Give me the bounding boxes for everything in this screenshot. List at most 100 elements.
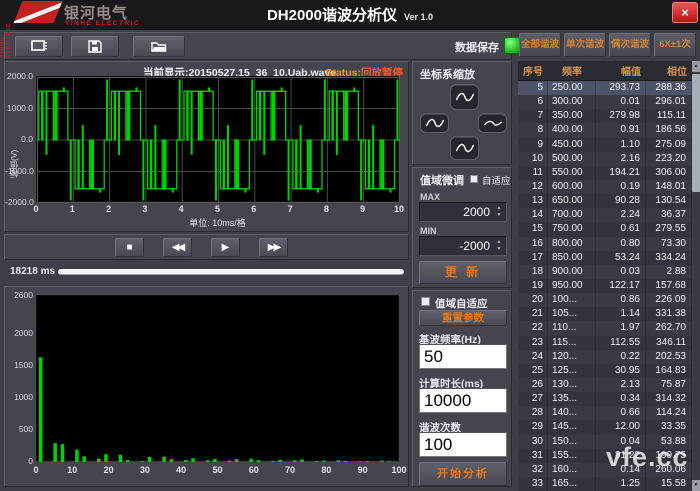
update-button[interactable]: 更 新 xyxy=(419,261,507,284)
table-row[interactable]: 8 400.00 0.91 186.56 xyxy=(518,123,692,138)
table-row[interactable]: 13 650.00 90.28 130.54 xyxy=(518,194,692,209)
min-spinner[interactable]: -2000 ▲ ▼ xyxy=(419,236,507,256)
app-window: 银河电气 YINHE ELECTRIC DH2000谐波分析仪 Ver 1.0 ×… xyxy=(0,0,700,491)
cell-phase: 75.87 xyxy=(646,377,692,393)
table-row[interactable]: 16 800.00 0.80 73.30 xyxy=(518,236,692,251)
table-row[interactable]: 33 165... 1.25 15.58 xyxy=(518,476,692,491)
harmonic-bar xyxy=(75,449,79,462)
col-header-index[interactable]: 序号 xyxy=(518,63,548,78)
seek-slider[interactable] xyxy=(58,269,404,275)
table-row[interactable]: 25 125... 30.95 164.83 xyxy=(518,363,692,378)
play-button[interactable]: ▶ xyxy=(211,238,240,257)
cell-amplitude: 194.21 xyxy=(596,165,646,180)
zoom-left-button[interactable] xyxy=(420,113,449,133)
zoom-right-button[interactable] xyxy=(478,113,507,133)
max-spinner[interactable]: 2000 ▲ ▼ xyxy=(419,202,507,222)
cell-amplitude: 1.97 xyxy=(596,321,646,336)
wave-x-tick: 2 xyxy=(106,204,112,214)
cell-amplitude: 1.25 xyxy=(596,476,646,491)
table-row[interactable]: 10 500.00 2.16 223.20 xyxy=(518,151,692,166)
fast-forward-button[interactable]: ▶▶ xyxy=(259,238,288,257)
value-auto-label: 值域自适应 xyxy=(435,298,488,310)
harmonic-bar xyxy=(97,458,101,462)
table-row[interactable]: 20 100... 0.86 226.09 xyxy=(518,293,692,308)
table-row[interactable]: 19 950.00 122.17 157.68 xyxy=(518,278,692,294)
scroll-up-icon[interactable]: ▲ xyxy=(692,61,700,72)
fundamental-freq-input[interactable] xyxy=(419,344,507,369)
table-row[interactable]: 15 750.00 0.61 279.55 xyxy=(518,222,692,237)
cell-amplitude: 2.13 xyxy=(596,377,646,393)
cell-index: 5 xyxy=(518,81,548,96)
table-scrollbar[interactable]: ▲ ▼ xyxy=(692,61,700,491)
table-row[interactable]: 27 135... 0.34 314.32 xyxy=(518,392,692,407)
table-row[interactable]: 5 250.00 293.73 288.36 xyxy=(518,81,692,96)
tab-odd-harmonics[interactable]: 单次谐波 xyxy=(564,33,606,57)
table-row[interactable]: 24 120... 0.22 202.53 xyxy=(518,349,692,364)
table-row[interactable]: 6 300.00 0.01 296.01 xyxy=(518,95,692,110)
cell-frequency: 500.00 xyxy=(548,151,596,166)
table-row[interactable]: 7 350.00 279.98 115.11 xyxy=(518,109,692,124)
table-row[interactable]: 12 600.00 0.19 148.01 xyxy=(518,179,692,195)
cell-index: 32 xyxy=(518,462,548,477)
col-header-phase[interactable]: 相位 xyxy=(646,63,692,78)
cell-frequency: 900.00 xyxy=(548,264,596,279)
rewind-button[interactable]: ◀◀ xyxy=(163,238,192,257)
cell-index: 31 xyxy=(518,448,548,463)
close-button[interactable]: × xyxy=(672,2,698,23)
cell-phase: 186.56 xyxy=(646,123,692,138)
cell-amplitude: 1.10 xyxy=(596,137,646,152)
table-row[interactable]: 9 450.00 1.10 275.09 xyxy=(518,137,692,152)
range-adjust-panel: 值域微调 自适应 MAX 2000 ▲ ▼ MIN -2000 ▲ ▼ 更 新 xyxy=(412,167,512,288)
table-row[interactable]: 18 900.00 0.03 2.88 xyxy=(518,264,692,279)
open-file-button[interactable] xyxy=(133,36,185,57)
col-header-frequency[interactable]: 频率 xyxy=(548,63,596,78)
table-row[interactable]: 21 105... 1.14 331.38 xyxy=(518,307,692,322)
tab-6x1-harmonics[interactable]: 6X±1次 xyxy=(654,33,696,57)
stop-button[interactable]: ■ xyxy=(115,238,144,257)
spinner-arrows-icon[interactable]: ▲ ▼ xyxy=(495,205,503,219)
waveform-plot[interactable] xyxy=(36,76,400,203)
harmonic-bar xyxy=(343,461,348,462)
cell-index: 33 xyxy=(518,476,548,491)
value-auto-checkbox[interactable] xyxy=(421,297,430,306)
table-row[interactable]: 26 130... 2.13 75.87 xyxy=(518,377,692,393)
cell-amplitude: 279.98 xyxy=(596,109,646,124)
table-row[interactable]: 17 850.00 53.24 334.24 xyxy=(518,250,692,265)
calc-duration-input[interactable] xyxy=(419,388,507,413)
zoom-down-button[interactable] xyxy=(450,136,479,160)
tab-all-harmonics[interactable]: 全部谐波 xyxy=(519,33,561,57)
save-button[interactable] xyxy=(71,36,119,57)
harmonic-bar xyxy=(162,456,166,462)
zoom-up-button[interactable] xyxy=(450,84,479,110)
analysis-panel: 值域自适应 重置参数 基波频率(Hz) 计算时长(ms) 谐波次数 开始分析 xyxy=(412,290,512,487)
spectrum-plot[interactable] xyxy=(36,295,400,462)
table-row[interactable]: 23 115... 112.55 346.11 xyxy=(518,335,692,350)
tab-even-harmonics[interactable]: 偶次谐波 xyxy=(609,33,651,57)
cell-frequency: 125... xyxy=(548,363,596,378)
monitor-button[interactable] xyxy=(15,36,63,57)
table-row[interactable]: 28 140... 0.66 114.24 xyxy=(518,406,692,421)
cell-frequency: 165... xyxy=(548,476,596,491)
spectrum-y-tick: 2000 xyxy=(14,328,33,339)
playback-panel: ■ ◀◀ ▶ ▶▶ xyxy=(4,234,409,260)
monitor-icon xyxy=(30,40,47,51)
cell-index: 7 xyxy=(518,109,548,124)
range-auto-checkbox[interactable] xyxy=(470,175,478,183)
cell-phase: 148.01 xyxy=(646,179,692,195)
table-row[interactable]: 29 145... 12.00 33.35 xyxy=(518,420,692,435)
cell-phase: 275.09 xyxy=(646,137,692,152)
reset-params-button[interactable]: 重置参数 xyxy=(419,310,507,326)
table-row[interactable]: 22 110... 1.97 262.70 xyxy=(518,321,692,336)
spectrum-x-tick: 80 xyxy=(321,465,332,475)
start-analysis-button[interactable]: 开始分析 xyxy=(419,462,507,486)
cell-index: 24 xyxy=(518,349,548,364)
scrollbar-thumb[interactable] xyxy=(692,74,700,192)
table-row[interactable]: 14 700.00 2.24 36.37 xyxy=(518,208,692,223)
cell-index: 10 xyxy=(518,151,548,166)
table-row[interactable]: 11 550.00 194.21 306.00 xyxy=(518,165,692,180)
harmonic-count-input[interactable] xyxy=(419,432,507,457)
cell-frequency: 550.00 xyxy=(548,165,596,180)
spinner-arrows-icon[interactable]: ▲ ▼ xyxy=(495,239,503,253)
col-header-amplitude[interactable]: 幅值 xyxy=(596,63,646,78)
scroll-down-icon[interactable]: ▼ xyxy=(692,480,700,491)
